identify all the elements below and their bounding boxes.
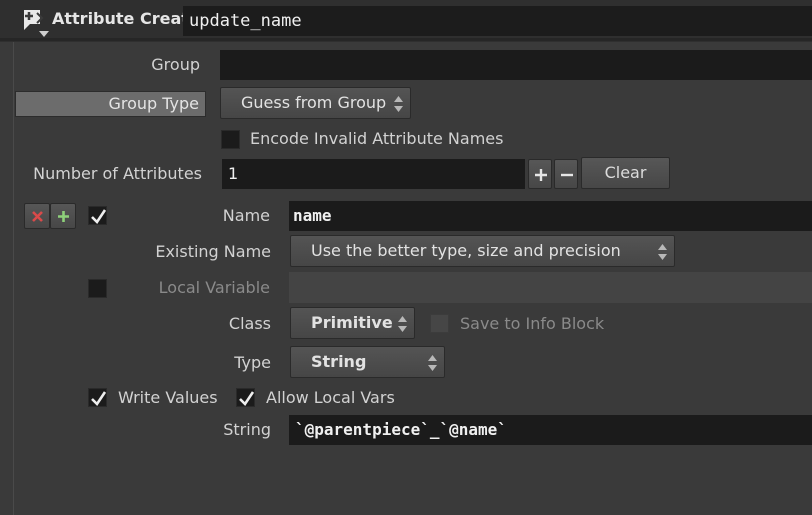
name-field[interactable]: name	[289, 201, 812, 231]
menu-arrow-icon[interactable]	[38, 30, 50, 38]
string-field[interactable]: `@parentpiece`_`@name`	[289, 415, 812, 445]
updown-arrows-icon	[428, 355, 437, 371]
add-icon	[58, 211, 69, 222]
type-menu[interactable]: String	[290, 346, 445, 378]
allow-local-vars-label: Allow Local Vars	[266, 388, 395, 407]
string-label: String	[223, 420, 271, 439]
num-attributes-field[interactable]: 1	[222, 159, 525, 189]
write-values-checkbox[interactable]	[88, 388, 107, 407]
increment-button[interactable]	[528, 159, 552, 189]
local-variable-label: Local Variable	[158, 278, 270, 297]
type-label: Type	[234, 353, 271, 372]
local-variable-field[interactable]	[289, 272, 812, 303]
existing-name-label: Existing Name	[155, 242, 271, 261]
num-attributes-label: Number of Attributes	[33, 164, 202, 183]
name-label: Name	[222, 206, 270, 225]
type-value: String	[311, 352, 367, 371]
checkmark-icon	[239, 391, 255, 407]
existing-name-menu[interactable]: Use the better type, size and precision	[290, 235, 675, 267]
encode-invalid-label: Encode Invalid Attribute Names	[250, 129, 504, 148]
class-value: Primitive	[311, 313, 393, 332]
group-field[interactable]	[220, 50, 812, 80]
updown-arrows-icon	[658, 244, 667, 260]
gutter-divider	[13, 42, 14, 515]
node-tool-icon[interactable]	[20, 7, 46, 31]
checkmark-icon	[91, 391, 107, 407]
updown-arrows-icon	[394, 96, 403, 112]
checkmark-icon	[91, 209, 107, 225]
write-values-label: Write Values	[118, 388, 218, 407]
attribute-enable-checkbox[interactable]	[88, 206, 107, 225]
plus-icon	[535, 169, 547, 181]
minus-icon	[561, 173, 573, 177]
group-type-menu[interactable]: Guess from Group	[220, 87, 411, 119]
remove-instance-button[interactable]	[24, 203, 50, 229]
group-type-label: Group Type	[108, 94, 199, 113]
group-type-label-bar: Group Type	[15, 91, 206, 117]
header-divider	[0, 38, 812, 41]
existing-name-value: Use the better type, size and precision	[311, 241, 621, 260]
class-menu[interactable]: Primitive	[290, 307, 415, 339]
local-variable-checkbox[interactable]	[88, 279, 107, 298]
node-type-label: Attribute Create	[52, 9, 200, 28]
encode-invalid-checkbox[interactable]	[221, 130, 240, 149]
group-label: Group	[151, 55, 200, 74]
updown-arrows-icon	[398, 316, 407, 332]
node-name-field[interactable]: update_name	[183, 6, 812, 36]
save-info-label: Save to Info Block	[460, 314, 605, 333]
decrement-button[interactable]	[554, 159, 578, 189]
insert-instance-button[interactable]	[50, 203, 76, 229]
clear-button[interactable]: Clear	[581, 157, 670, 189]
save-info-checkbox[interactable]	[430, 314, 449, 333]
remove-icon	[32, 211, 43, 222]
class-label: Class	[228, 314, 271, 333]
allow-local-vars-checkbox[interactable]	[236, 388, 255, 407]
group-type-value: Guess from Group	[241, 93, 387, 112]
